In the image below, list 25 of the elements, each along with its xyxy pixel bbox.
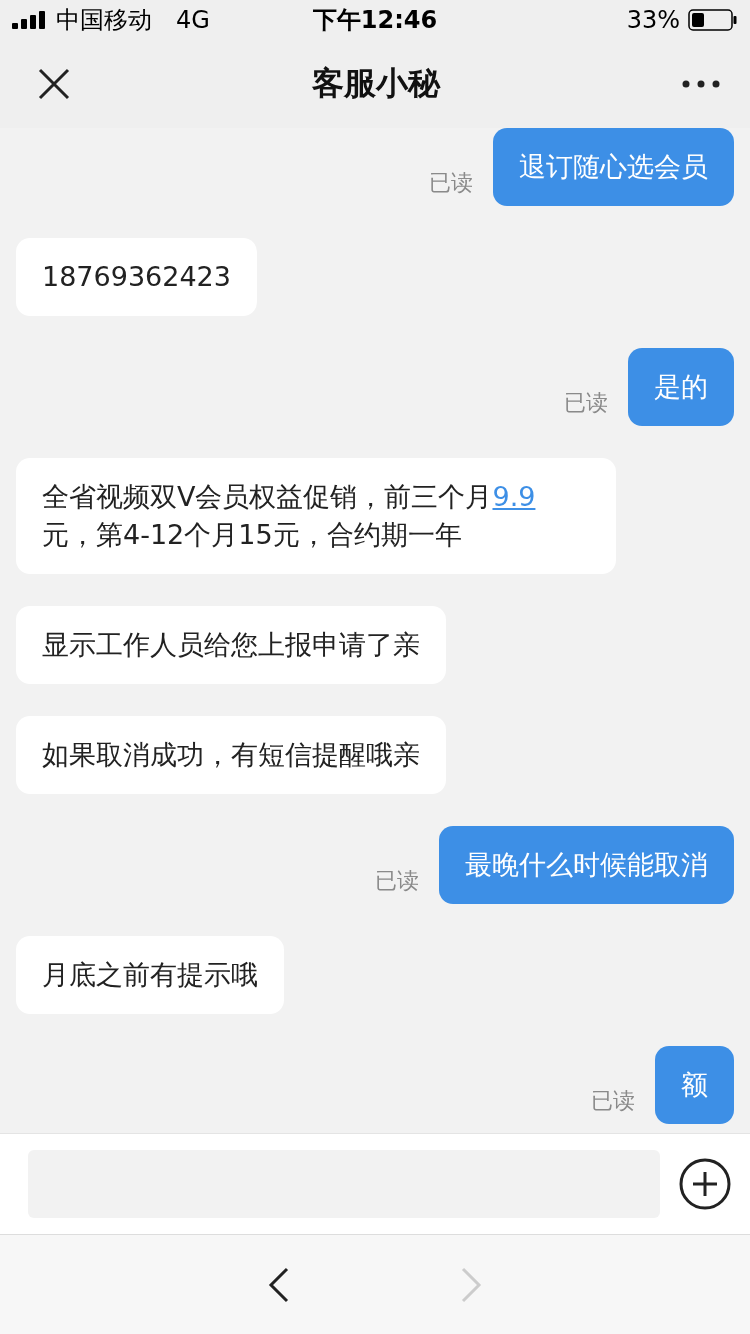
sent-message: 最晚什么时候能取消	[439, 826, 734, 904]
read-receipt: 已读	[429, 169, 473, 197]
back-button[interactable]	[268, 1266, 290, 1303]
read-receipt: 已读	[591, 1087, 635, 1115]
add-button[interactable]	[678, 1157, 732, 1211]
more-button[interactable]	[682, 80, 720, 88]
battery-percent: 33%	[626, 6, 680, 34]
carrier-name: 中国移动	[56, 5, 152, 36]
received-message: 如果取消成功，有短信提醒哦亲	[16, 716, 446, 794]
sent-message: 退订随心选会员	[493, 128, 734, 206]
read-receipt: 已读	[375, 867, 419, 895]
network-type: 4G	[176, 6, 210, 34]
message-link[interactable]: 9.9	[492, 481, 536, 512]
sent-message: 是的	[628, 348, 734, 426]
received-message: 18769362423	[16, 238, 257, 316]
close-button[interactable]	[38, 68, 70, 100]
read-receipt: 已读	[564, 389, 608, 417]
signal-icon	[12, 11, 46, 29]
sent-message: 额	[655, 1046, 734, 1124]
battery-icon	[688, 9, 738, 31]
clock-time: 下午12:46	[312, 5, 438, 36]
received-message: 显示工作人员给您上报申请了亲	[16, 606, 446, 684]
chat-title: 客服小秘	[312, 63, 440, 104]
received-message: 全省视频双V会员权益促销，前三个月 9.9 元，第4-12个月15元，合约期一年	[16, 458, 616, 574]
received-message: 月底之前有提示哦	[16, 936, 284, 1014]
